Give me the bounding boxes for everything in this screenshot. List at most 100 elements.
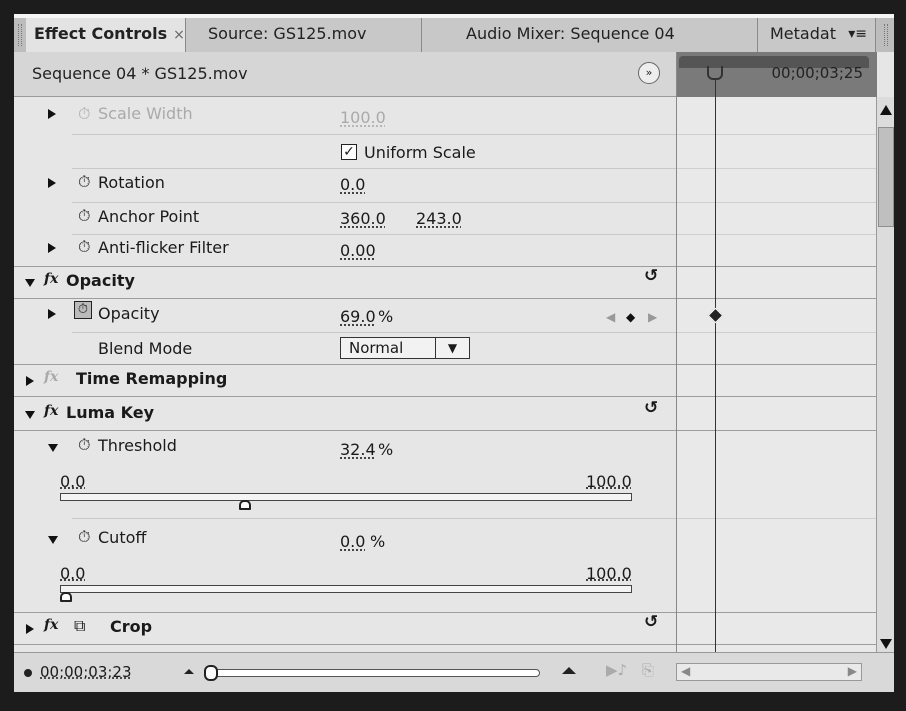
tab-source-label: Source: GS125.mov xyxy=(208,24,367,43)
expand-arrow-icon[interactable] xyxy=(48,109,56,119)
scroll-right-icon[interactable]: ▶ xyxy=(848,664,857,678)
cutoff-slider-knob[interactable] xyxy=(60,592,72,602)
loop-audio-icon[interactable]: ⎘ xyxy=(642,661,654,679)
close-tab-icon[interactable]: × xyxy=(173,27,185,43)
timeline-row-line xyxy=(677,202,877,203)
scale-width-value[interactable]: 100.0 xyxy=(340,108,386,127)
tab-source[interactable]: Source: GS125.mov xyxy=(186,18,422,52)
collapse-arrow-icon[interactable] xyxy=(25,411,35,419)
anchor-point-y-value[interactable]: 243.0 xyxy=(416,209,462,228)
mini-timeline: 00;00;03;25 xyxy=(676,52,877,652)
crop-label: Crop xyxy=(110,617,153,636)
expand-arrow-icon[interactable] xyxy=(48,178,56,188)
play-audio-icon[interactable]: ▶♪ xyxy=(606,661,627,679)
threshold-label: Threshold xyxy=(98,436,177,455)
fx-icon[interactable]: fx xyxy=(44,271,58,287)
time-ruler[interactable]: 00;00;03;25 xyxy=(677,52,877,97)
uniform-scale-checkbox[interactable]: ✓ xyxy=(341,144,357,160)
tab-metadata[interactable]: Metadat ▾≡ xyxy=(758,18,876,52)
tab-audio-mixer[interactable]: Audio Mixer: Sequence 04 xyxy=(422,18,758,52)
threshold-slider-track[interactable] xyxy=(60,493,632,501)
rotation-value[interactable]: 0.0 xyxy=(340,175,365,194)
expand-arrow-icon[interactable] xyxy=(48,243,56,253)
blend-mode-select[interactable]: Normal ▼ xyxy=(340,337,470,359)
stopwatch-toggle-icon[interactable]: ⏱ xyxy=(74,301,92,319)
chevron-down-icon: ▼ xyxy=(435,338,469,358)
timeline-row-line xyxy=(677,364,877,365)
expand-arrow-icon[interactable] xyxy=(26,376,34,386)
divider xyxy=(72,332,676,333)
cutoff-unit: % xyxy=(370,532,386,551)
panel-tab-bar: Effect Controls × Source: GS125.mov Audio… xyxy=(14,14,894,52)
uniform-scale-label: Uniform Scale xyxy=(364,143,476,162)
scroll-up-icon[interactable] xyxy=(880,105,892,115)
expand-arrow-icon[interactable] xyxy=(26,624,34,634)
cutoff-value[interactable]: 0.0 xyxy=(340,532,365,551)
opacity-label: Opacity xyxy=(98,304,160,323)
zoom-in-icon[interactable] xyxy=(562,667,576,674)
stopwatch-icon[interactable]: ⏱ xyxy=(78,435,90,455)
clip-title: Sequence 04 * GS125.mov xyxy=(32,64,248,83)
timeline-row-line xyxy=(677,298,877,299)
zoom-slider-thumb[interactable] xyxy=(204,665,218,681)
section-divider xyxy=(14,430,676,431)
opacity-keyframe[interactable] xyxy=(707,307,724,324)
divider xyxy=(72,134,676,135)
playhead-icon[interactable] xyxy=(707,66,723,80)
section-divider xyxy=(14,644,676,645)
crop-effect-icon: ⧉ xyxy=(74,616,86,635)
anchor-point-x-value[interactable]: 360.0 xyxy=(340,209,386,228)
horizontal-scrollbar[interactable]: ◀ ▶ xyxy=(676,663,862,681)
collapse-arrow-icon[interactable] xyxy=(25,279,35,287)
reset-icon[interactable]: ↺ xyxy=(644,612,658,632)
expand-arrow-icon[interactable] xyxy=(48,309,56,319)
cutoff-slider-track[interactable] xyxy=(60,585,632,593)
zoom-slider[interactable] xyxy=(210,669,540,677)
current-timecode[interactable]: 00;00;03;23 xyxy=(40,663,132,681)
section-divider xyxy=(14,266,676,267)
add-keyframe-icon[interactable]: ◆ xyxy=(626,310,635,324)
scroll-left-icon[interactable]: ◀ xyxy=(681,664,690,678)
timeline-row-line xyxy=(677,430,877,431)
timeline-row-line xyxy=(677,134,877,135)
stopwatch-icon[interactable]: ⏱ xyxy=(78,237,90,257)
opacity-value[interactable]: 69.0 xyxy=(340,307,376,326)
fx-icon[interactable]: fx xyxy=(44,617,58,633)
show-hide-timeline-button[interactable]: » xyxy=(638,62,660,84)
panel-menu-icon[interactable]: ▾≡ xyxy=(848,18,867,50)
timeline-row-line xyxy=(677,644,877,645)
fx-icon[interactable]: fx xyxy=(44,369,58,385)
section-divider xyxy=(14,364,676,365)
divider xyxy=(72,168,676,169)
tab-effect-controls[interactable]: Effect Controls × xyxy=(26,18,186,52)
playhead-line xyxy=(715,80,716,652)
previous-keyframe-icon[interactable]: ◀ xyxy=(606,310,615,324)
drag-grip-icon[interactable] xyxy=(18,24,22,46)
timeline-row-line xyxy=(677,266,877,267)
stopwatch-icon[interactable]: ⏱ xyxy=(78,172,90,192)
next-keyframe-icon[interactable]: ▶ xyxy=(648,310,657,324)
stopwatch-icon[interactable]: ⏱ xyxy=(78,206,90,226)
vertical-scrollbar[interactable] xyxy=(876,97,894,657)
fx-icon[interactable]: fx xyxy=(44,403,58,419)
drag-grip-icon[interactable] xyxy=(884,24,888,46)
stopwatch-icon[interactable]: ⏱ xyxy=(78,104,90,124)
reset-icon[interactable]: ↺ xyxy=(644,398,658,418)
timeline-row-line xyxy=(677,396,877,397)
section-divider xyxy=(14,612,676,613)
effect-controls-window: Effect Controls × Source: GS125.mov Audio… xyxy=(0,0,906,711)
threshold-slider-knob[interactable] xyxy=(239,500,252,510)
collapse-arrow-icon[interactable] xyxy=(48,444,58,452)
rotation-label: Rotation xyxy=(98,173,165,192)
scroll-down-icon[interactable] xyxy=(880,639,892,649)
section-divider xyxy=(14,298,676,299)
collapse-arrow-icon[interactable] xyxy=(48,536,58,544)
stopwatch-icon[interactable]: ⏱ xyxy=(78,527,90,547)
scrollbar-thumb[interactable] xyxy=(878,127,894,227)
blend-mode-value: Normal xyxy=(349,339,404,357)
tab-metadata-label: Metadat xyxy=(770,24,836,43)
anti-flicker-value[interactable]: 0.00 xyxy=(340,241,376,260)
reset-icon[interactable]: ↺ xyxy=(644,266,658,286)
zoom-out-icon[interactable] xyxy=(184,669,194,674)
threshold-value[interactable]: 32.4 xyxy=(340,440,376,459)
